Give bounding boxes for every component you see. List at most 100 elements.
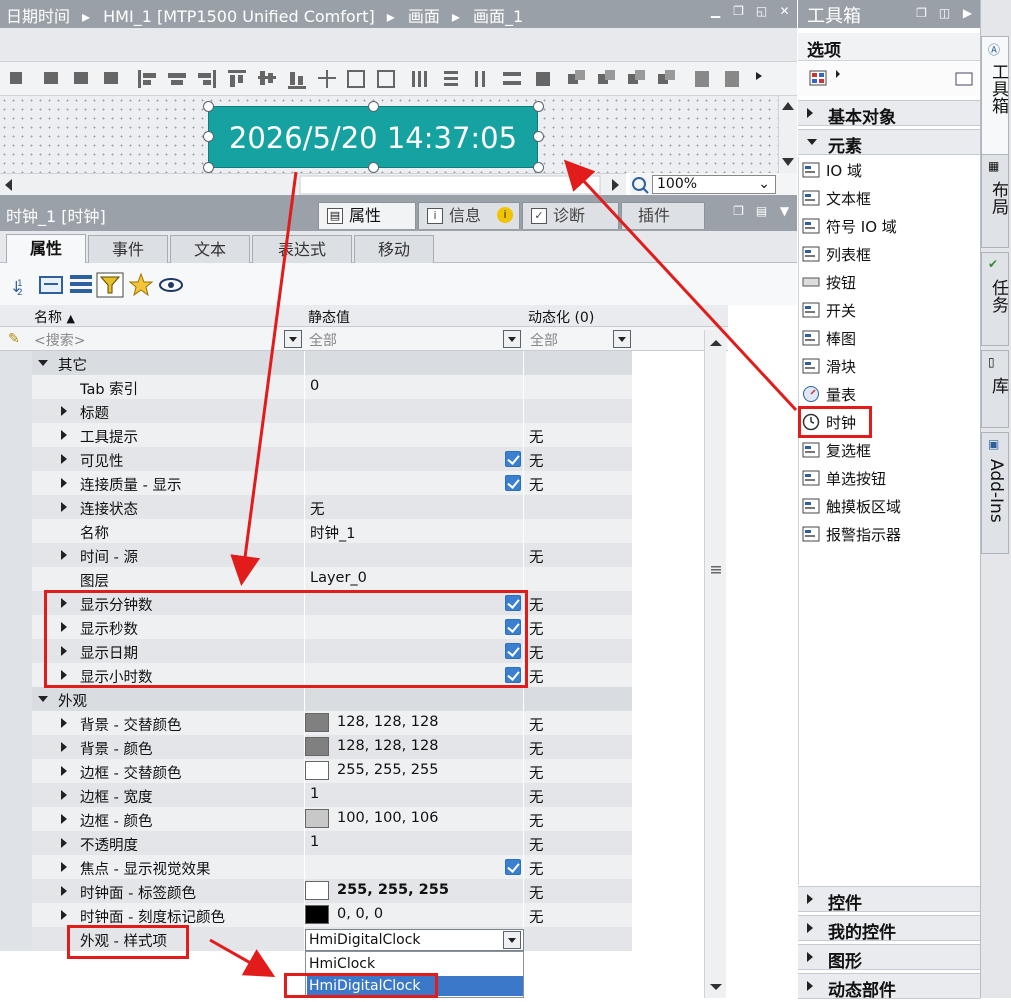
canvas-horizontal-scrollbar[interactable] [0, 173, 626, 195]
property-row[interactable]: 边框 - 颜色 100, 100, 106 无 [0, 807, 706, 831]
dynamic-cell[interactable] [524, 495, 632, 519]
chevron-right-icon[interactable] [61, 742, 67, 752]
grid-vertical-scrollbar[interactable] [704, 330, 726, 998]
static-value-cell[interactable]: 1 [305, 831, 523, 855]
static-value-cell[interactable] [305, 471, 523, 495]
category-controls[interactable]: 控件 [798, 886, 980, 914]
property-row[interactable]: 边框 - 宽度 1 无 [0, 783, 706, 807]
toolbar-icons[interactable] [0, 62, 797, 96]
name-filter-input[interactable]: <搜索> [34, 330, 85, 350]
static-value-cell[interactable]: 100, 100, 106 [305, 807, 523, 831]
chevron-right-icon[interactable] [61, 814, 67, 824]
chevron-right-icon[interactable] [61, 454, 67, 464]
chevron-right-icon[interactable] [61, 766, 67, 776]
chevron-right-icon[interactable] [61, 886, 67, 896]
canvas-vertical-scrollbar[interactable] [778, 96, 797, 173]
property-row[interactable]: 不透明度 1 无 [0, 831, 706, 855]
subtab-animations[interactable]: 移动 [354, 235, 434, 263]
chevron-right-icon[interactable] [61, 862, 67, 872]
dynamic-cell[interactable] [524, 927, 632, 951]
dynamic-cell[interactable]: 无 [524, 807, 632, 831]
toolbox-options-header[interactable]: 选项 [798, 33, 980, 61]
dynamic-cell[interactable]: 无 [524, 639, 632, 663]
zoom-select[interactable]: 100% ⌄ [652, 175, 776, 194]
property-row[interactable]: 时钟面 - 标签颜色 255, 255, 255 无 [0, 879, 706, 903]
resize-handle[interactable] [533, 131, 544, 142]
static-value-cell[interactable]: 128, 128, 128 [305, 711, 523, 735]
static-value-cell[interactable]: 0, 0, 0 [305, 903, 523, 927]
resize-handle[interactable] [203, 131, 214, 142]
vtab-toolbox[interactable]: Ⓐ 工具箱 [981, 36, 1009, 166]
restore-icon[interactable]: ❐ [732, 5, 745, 18]
property-row[interactable]: 名称 时钟_1 [0, 519, 706, 543]
subtab-expressions[interactable]: 表达式 [252, 235, 352, 263]
layout-icon[interactable]: ▤ [755, 205, 768, 218]
category-basic-objects[interactable]: 基本对象 [798, 100, 980, 128]
dynamic-cell[interactable] [524, 399, 632, 423]
property-group-row[interactable]: 外观 [0, 687, 706, 711]
property-row[interactable]: 图层 Layer_0 [0, 567, 706, 591]
chevron-right-icon[interactable] [61, 838, 67, 848]
static-value-cell[interactable] [305, 687, 523, 711]
property-group-row[interactable]: 其它 [0, 351, 706, 375]
color-swatch[interactable] [305, 881, 329, 900]
style-item-select[interactable]: HmiDigitalClock [305, 929, 524, 951]
color-swatch[interactable] [305, 809, 329, 828]
style-option[interactable]: HmiClock [307, 954, 523, 974]
color-swatch[interactable] [305, 905, 329, 924]
static-value-cell[interactable]: Layer_0 [305, 567, 523, 591]
float-icon[interactable]: ◱ [755, 5, 768, 18]
resize-handle[interactable] [368, 101, 379, 112]
property-row[interactable]: 标题 [0, 399, 706, 423]
dynamic-cell[interactable]: 无 [524, 903, 632, 927]
category-my-controls[interactable]: 我的控件 [798, 915, 980, 943]
property-row[interactable]: 工具提示 无 [0, 423, 706, 447]
breadcrumb-device[interactable]: HMI_1 [MTP1500 Unified Comfort] [103, 7, 375, 26]
digital-clock-widget[interactable]: 2026/5/20 14:37:05 [208, 106, 538, 168]
breadcrumb-screen[interactable]: 画面_1 [473, 7, 523, 26]
dynamic-cell[interactable]: 无 [524, 447, 632, 471]
vtab-libraries[interactable]: ▯ 库 [981, 350, 1009, 428]
chevron-right-icon[interactable] [61, 430, 67, 440]
subtab-events[interactable]: 事件 [88, 235, 168, 263]
vtab-tasks[interactable]: ✔ 任务 [981, 252, 1009, 346]
property-row[interactable]: 边框 - 交替颜色 255, 255, 255 无 [0, 759, 706, 783]
property-row[interactable]: 焦点 - 显示视觉效果 无 [0, 855, 706, 879]
static-filter-dropdown[interactable] [503, 330, 521, 348]
zoom-icon[interactable] [630, 175, 650, 195]
close-icon[interactable]: ✕ [778, 5, 791, 18]
static-value-cell[interactable]: 255, 255, 255 [305, 879, 523, 903]
dynamic-cell[interactable]: 无 [524, 615, 632, 639]
property-row[interactable]: 连接状态 无 [0, 495, 706, 519]
float-icon[interactable]: ◫ [938, 7, 951, 20]
chevron-right-icon[interactable] [61, 790, 67, 800]
static-value-cell[interactable]: 1 [305, 783, 523, 807]
chevron-right-icon[interactable] [61, 550, 67, 560]
resize-handle[interactable] [533, 162, 544, 173]
dynamic-filter-value[interactable]: 全部 [530, 330, 558, 350]
dynamic-cell[interactable]: 无 [524, 879, 632, 903]
color-swatch[interactable] [305, 737, 329, 756]
breadcrumb-project[interactable]: 日期时间 [6, 7, 70, 26]
dynamic-cell[interactable]: 无 [524, 711, 632, 735]
dynamic-cell[interactable]: 无 [524, 423, 632, 447]
filter-clear-icon[interactable]: ✎ [8, 331, 20, 347]
static-value-cell[interactable] [305, 351, 523, 375]
category-graphics[interactable]: 图形 [798, 944, 980, 972]
chevron-right-icon[interactable] [61, 406, 67, 416]
chevron-right-icon[interactable] [61, 718, 67, 728]
checkbox-checked[interactable] [505, 475, 521, 491]
resize-handle[interactable] [368, 162, 379, 173]
column-static[interactable]: 静态值 [308, 307, 350, 327]
subtab-texts[interactable]: 文本 [170, 235, 250, 263]
checkbox-checked[interactable] [505, 451, 521, 467]
dynamic-cell[interactable]: 无 [524, 855, 632, 879]
tab-properties[interactable]: ▤ 属性 [318, 202, 416, 229]
category-dynamic-widgets[interactable]: 动态部件 [798, 973, 980, 1001]
static-value-cell[interactable] [305, 399, 523, 423]
dynamic-cell[interactable]: 无 [524, 735, 632, 759]
color-swatch[interactable] [305, 761, 329, 780]
chevron-right-icon[interactable] [61, 502, 67, 512]
static-value-cell[interactable]: 128, 128, 128 [305, 735, 523, 759]
color-swatch[interactable] [305, 713, 329, 732]
